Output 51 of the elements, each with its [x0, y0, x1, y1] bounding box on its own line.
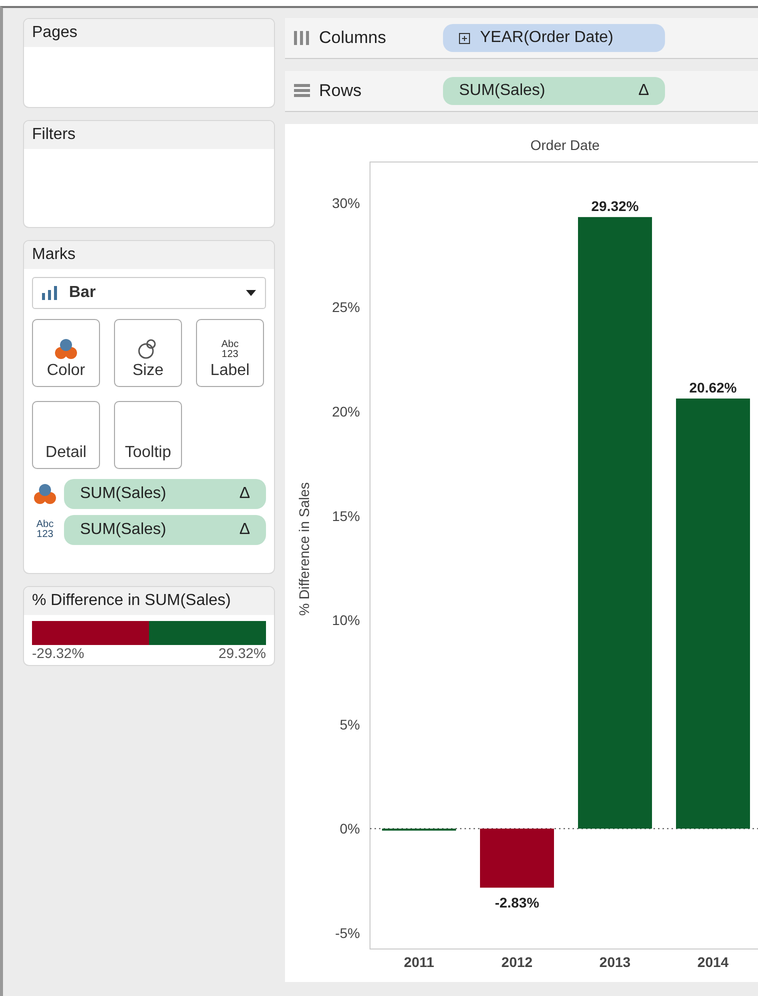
- y-tick-label: 30%: [332, 194, 360, 211]
- value-label: 29.32%: [591, 198, 639, 214]
- x-category-label: 2012: [501, 954, 533, 970]
- y-tick-label: 0%: [340, 820, 360, 837]
- y-tick-label: 25%: [332, 299, 360, 316]
- pill-label: SUM(Sales): [459, 82, 546, 100]
- abc-123-icon: Abc 123: [221, 340, 239, 360]
- dropdown-caret-icon: [245, 289, 257, 297]
- y-tick-label: 15%: [332, 508, 360, 524]
- pill-label: SUM(Sales): [80, 521, 166, 539]
- shelf-label: Rows: [319, 81, 362, 101]
- value-label: 20.62%: [689, 380, 737, 396]
- mark-property-button[interactable]: Tooltip: [114, 401, 182, 469]
- color-circles-icon: [32, 483, 58, 505]
- field-pill[interactable]: YEAR(Order Date): [443, 24, 665, 52]
- legend-title: % Difference in SUM(Sales): [24, 587, 274, 615]
- card-title: Pages: [24, 19, 274, 47]
- mark-property-button[interactable]: Color: [32, 319, 100, 387]
- color-circles-icon: [53, 338, 79, 360]
- y-tick-label: 5%: [340, 716, 360, 732]
- y-tick-label: -5%: [335, 924, 360, 941]
- mark-type-dropdown[interactable]: Bar: [32, 277, 266, 309]
- pill-label: YEAR(Order Date): [480, 29, 614, 47]
- shelf-label: Columns: [319, 28, 386, 48]
- delta-icon: Δ: [239, 521, 250, 539]
- x-category-label: 2013: [599, 954, 631, 970]
- legend-min-label: -29.32%: [32, 645, 84, 661]
- columns-icon: [293, 30, 311, 46]
- x-category-label: 2011: [404, 954, 434, 970]
- chart-header: Order Date: [530, 137, 600, 153]
- x-category-label: 2014: [697, 954, 729, 970]
- field-pill[interactable]: SUM(Sales) Δ: [64, 479, 266, 509]
- expand-icon[interactable]: [459, 32, 470, 44]
- field-pill[interactable]: SUM(Sales) Δ: [64, 515, 266, 545]
- abc-123-icon: Abc 123: [32, 520, 58, 540]
- field-pill[interactable]: SUM(Sales) Δ: [443, 77, 665, 105]
- card-title: Filters: [24, 121, 274, 149]
- delta-icon: Δ: [239, 485, 250, 503]
- rows-icon: [293, 83, 311, 99]
- y-axis-title: % Difference in Sales: [296, 482, 312, 616]
- value-label: -2.83%: [494, 894, 540, 911]
- y-tick-label: 20%: [332, 403, 360, 420]
- y-tick-label: 10%: [332, 612, 360, 628]
- legend-max-label: 29.32%: [218, 645, 266, 661]
- mark-type-label: Bar: [69, 284, 97, 302]
- mark-property-button[interactable]: Size: [114, 319, 182, 387]
- pill-label: SUM(Sales): [80, 485, 166, 503]
- mark-property-button[interactable]: Abc 123 Label: [196, 319, 264, 387]
- delta-icon: Δ: [638, 82, 649, 100]
- mark-property-button[interactable]: Detail: [32, 401, 100, 469]
- card-title: Marks: [24, 241, 274, 269]
